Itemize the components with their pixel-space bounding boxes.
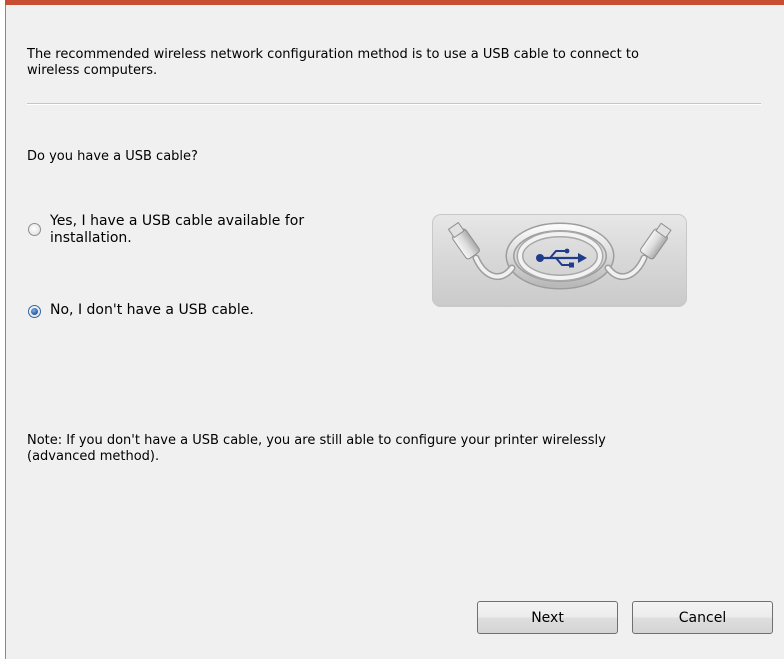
radio-yes[interactable] bbox=[28, 223, 41, 236]
radio-no[interactable] bbox=[28, 305, 41, 318]
usb-cable-illustration bbox=[432, 214, 687, 307]
usb-question: Do you have a USB cable? bbox=[27, 149, 198, 164]
window-left-border bbox=[0, 0, 6, 659]
usb-cable-icon bbox=[447, 221, 672, 290]
intro-text: The recommended wireless network configu… bbox=[27, 47, 639, 79]
intro-text-line-1: The recommended wireless network configu… bbox=[27, 47, 639, 62]
window-top-accent bbox=[5, 0, 784, 5]
cancel-button[interactable]: Cancel bbox=[632, 601, 773, 634]
intro-text-line-2: wireless computers. bbox=[27, 63, 158, 78]
radio-selected-dot bbox=[31, 308, 38, 315]
option-no-label[interactable]: No, I don't have a USB cable. bbox=[50, 302, 254, 319]
next-button[interactable]: Next bbox=[477, 601, 618, 634]
option-yes-label-line-1: Yes, I have a USB cable available for bbox=[50, 213, 305, 229]
note-text: Note: If you don't have a USB cable, you… bbox=[27, 433, 606, 465]
note-text-line-1: Note: If you don't have a USB cable, you… bbox=[27, 433, 606, 448]
separator bbox=[27, 103, 761, 105]
note-text-line-2: (advanced method). bbox=[27, 449, 160, 464]
option-yes-label-line-2: installation. bbox=[50, 230, 132, 246]
option-yes-label[interactable]: Yes, I have a USB cable available for in… bbox=[50, 213, 304, 247]
